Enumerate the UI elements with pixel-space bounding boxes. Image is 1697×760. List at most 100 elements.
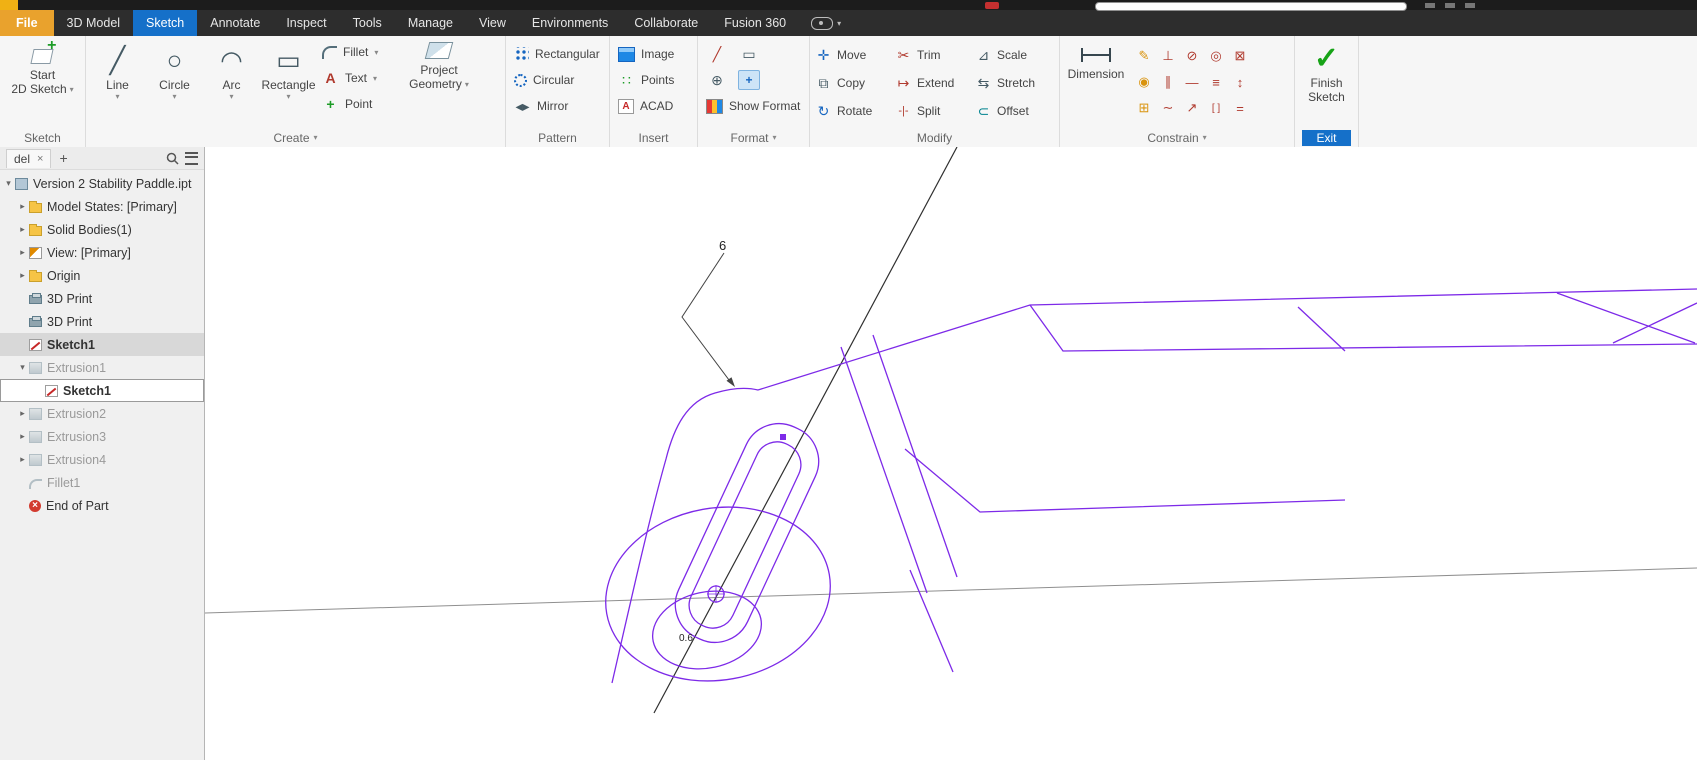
center-point-button[interactable]: +	[738, 70, 760, 90]
centerline-button[interactable]: ⊕	[706, 70, 728, 90]
constraint-tangent-button[interactable]: ⊘	[1180, 43, 1204, 69]
tab-environments[interactable]: Environments	[519, 10, 621, 36]
constraint-smooth-button[interactable]: ∼	[1156, 95, 1180, 121]
rectangular-pattern-button[interactable]: Rectangular	[510, 41, 605, 67]
alert-icon[interactable]	[985, 2, 999, 9]
dimension-button[interactable]: Dimension	[1064, 39, 1128, 81]
panel-label-constrain[interactable]: Constrain ▾	[1060, 128, 1294, 147]
expand-icon[interactable]: ▾	[17, 362, 28, 373]
tree-item-sketch1[interactable]: Sketch1	[0, 333, 204, 356]
constraint-parallel-button[interactable]: ∥	[1156, 69, 1180, 95]
tab-file[interactable]: File	[0, 10, 54, 36]
browser-tab-model[interactable]: del ×	[6, 149, 51, 168]
quick-search-input[interactable]	[1095, 2, 1407, 11]
dimension-text[interactable]: 6	[719, 238, 726, 253]
tab-3d-model[interactable]: 3D Model	[54, 10, 134, 36]
tree-item-view[interactable]: ▸ View: [Primary]	[0, 241, 204, 264]
constraint-fix-button[interactable]: [ ]	[1204, 95, 1228, 121]
tree-item-3d-print-2[interactable]: 3D Print	[0, 310, 204, 333]
sketch-point[interactable]	[780, 434, 786, 440]
sketch-diagonal-3[interactable]	[910, 570, 953, 672]
construction-line-button[interactable]: ╱	[706, 44, 728, 64]
expand-icon[interactable]: ▸	[17, 201, 28, 212]
split-button[interactable]: -|- Split	[890, 104, 970, 118]
sketch-canvas[interactable]: 6 0.6	[205, 147, 1697, 760]
tree-item-origin[interactable]: ▸ Origin	[0, 264, 204, 287]
tab-collaborate[interactable]: Collaborate	[621, 10, 711, 36]
slot-inner[interactable]	[682, 435, 808, 636]
tab-sketch[interactable]: Sketch	[133, 10, 197, 36]
constraint-horizontal-button[interactable]: —	[1180, 69, 1204, 95]
constraint-equal-button[interactable]: =	[1228, 95, 1252, 121]
dimension-leader[interactable]	[682, 253, 732, 384]
tab-view[interactable]: View	[466, 10, 519, 36]
sketch-edge-lower[interactable]	[905, 449, 1345, 512]
browser-menu-icon[interactable]	[185, 152, 198, 165]
scale-button[interactable]: ⊿ Scale	[970, 47, 1050, 64]
slot-dimension-text[interactable]: 0.6	[679, 633, 693, 644]
line-tool-button[interactable]: ╱ Line ▾	[90, 39, 145, 101]
finish-sketch-button[interactable]: ✓ Finish Sketch	[1299, 39, 1354, 104]
import-points-button[interactable]: ∷ Points	[614, 67, 693, 93]
titlebar-button[interactable]	[1425, 3, 1435, 8]
expand-icon[interactable]: ▸	[17, 270, 28, 281]
sketch-right-diagonal-1[interactable]	[1298, 307, 1345, 351]
constraint-symmetric-button[interactable]: ≡	[1204, 69, 1228, 95]
project-geometry-button[interactable]: Project Geometry ▾	[408, 39, 470, 91]
search-icon[interactable]	[166, 152, 179, 165]
insert-acad-button[interactable]: ACAD	[614, 93, 693, 119]
auto-dimension-button[interactable]: ✎	[1132, 43, 1156, 69]
sketch-right-diagonal-3[interactable]	[1613, 303, 1697, 343]
stretch-button[interactable]: ⇆ Stretch	[970, 75, 1050, 92]
expand-icon[interactable]: ▾	[3, 178, 14, 189]
expand-icon[interactable]: ▸	[17, 224, 28, 235]
titlebar-button[interactable]	[1465, 3, 1475, 8]
show-format-button[interactable]: Show Format	[702, 93, 805, 119]
app-logo[interactable]	[0, 0, 18, 10]
tab-inspect[interactable]: Inspect	[273, 10, 339, 36]
move-button[interactable]: ✛ Move	[810, 47, 890, 64]
driven-dimension-button[interactable]: ▭	[738, 44, 760, 64]
expand-icon[interactable]: ▸	[17, 454, 28, 465]
constraint-collinear-button[interactable]: ↗	[1180, 95, 1204, 121]
circular-pattern-button[interactable]: Circular	[510, 67, 605, 93]
tree-item-solid-bodies[interactable]: ▸ Solid Bodies(1)	[0, 218, 204, 241]
trim-button[interactable]: ✂ Trim	[890, 47, 970, 64]
titlebar-button[interactable]	[1445, 3, 1455, 8]
tree-item-extrusion2[interactable]: ▸ Extrusion2	[0, 402, 204, 425]
offset-button[interactable]: ⊂ Offset	[970, 103, 1050, 120]
tab-fusion-360[interactable]: Fusion 360	[711, 10, 799, 36]
tree-item-fillet1[interactable]: Fillet1	[0, 471, 204, 494]
constraint-vertical-button[interactable]: ↕	[1228, 69, 1252, 95]
axis-line[interactable]	[654, 147, 957, 713]
extend-button[interactable]: ↦ Extend	[890, 75, 970, 92]
expand-icon[interactable]: ▸	[17, 247, 28, 258]
panel-label-create[interactable]: Create ▾	[86, 128, 505, 147]
panel-label-format[interactable]: Format ▾	[698, 128, 809, 147]
expand-icon[interactable]: ▸	[17, 431, 28, 442]
tree-item-extrusion1[interactable]: ▾ Extrusion1	[0, 356, 204, 379]
circle-tool-button[interactable]: ○ Circle ▾	[147, 39, 202, 101]
add-tab-button[interactable]: +	[57, 150, 69, 166]
show-constraints-button[interactable]: ◉	[1132, 69, 1156, 95]
sketch-outline[interactable]	[612, 289, 1697, 683]
tab-manage[interactable]: Manage	[395, 10, 466, 36]
tab-annotate[interactable]: Annotate	[197, 10, 273, 36]
tree-item-end-of-part[interactable]: End of Part	[0, 494, 204, 517]
reference-line[interactable]	[205, 568, 1697, 613]
start-2d-sketch-button[interactable]: Start 2D Sketch ▾	[5, 39, 81, 96]
rectangle-tool-button[interactable]: ▭ Rectangle ▾	[261, 39, 316, 101]
close-tab-icon[interactable]: ×	[37, 153, 43, 165]
insert-image-button[interactable]: Image	[614, 41, 693, 67]
rotate-button[interactable]: ↻ Rotate	[810, 103, 890, 120]
copy-button[interactable]: ⧉ Copy	[810, 75, 890, 92]
constraint-settings-button[interactable]: ⊞	[1132, 95, 1156, 121]
sketch-viewport[interactable]: 6 0.6	[205, 147, 1697, 760]
tab-tools[interactable]: Tools	[340, 10, 395, 36]
mirror-button[interactable]: ◂▸ Mirror	[510, 93, 605, 119]
tree-item-extrusion4[interactable]: ▸ Extrusion4	[0, 448, 204, 471]
arc-tool-button[interactable]: ◠ Arc ▾	[204, 39, 259, 101]
ellipse-inner[interactable]	[645, 581, 768, 678]
tree-item-3d-print-1[interactable]: 3D Print	[0, 287, 204, 310]
constraint-perpendicular-button[interactable]: ⊥	[1156, 43, 1180, 69]
